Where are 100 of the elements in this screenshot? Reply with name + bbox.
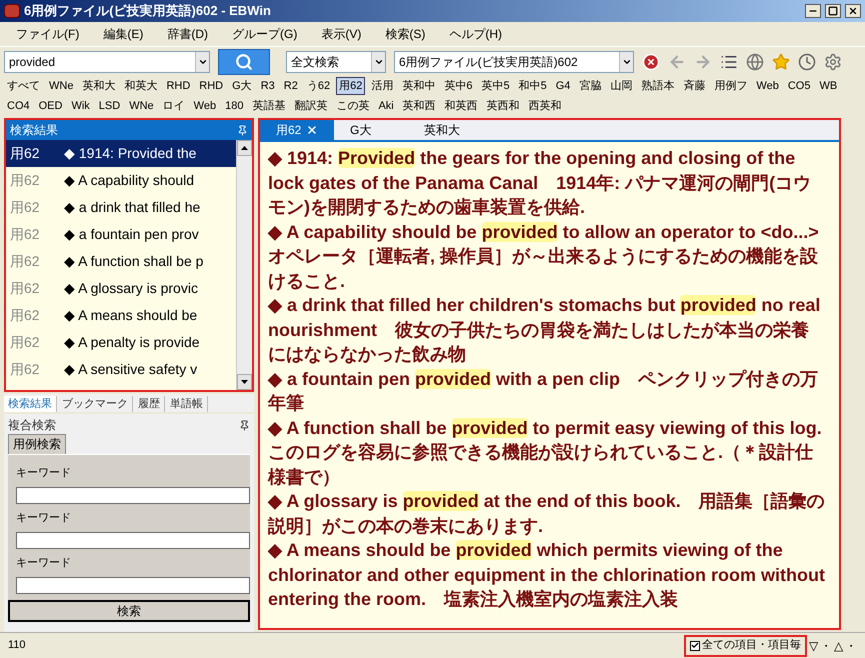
status-mark[interactable]: ▽ bbox=[809, 636, 818, 654]
dictionary-tab[interactable]: CO4 bbox=[4, 96, 33, 116]
field-label: キーワード bbox=[16, 510, 72, 526]
dictionary-tab[interactable]: OED bbox=[36, 96, 66, 116]
status-mark[interactable]: ・ bbox=[845, 636, 857, 654]
dictionary-tab[interactable]: R3 bbox=[258, 76, 278, 96]
dictionary-tab[interactable]: 宮脇 bbox=[576, 76, 604, 96]
star-icon[interactable] bbox=[772, 52, 790, 70]
maximize-button[interactable] bbox=[825, 4, 841, 18]
dictionary-tab[interactable]: 斉藤 bbox=[680, 76, 708, 96]
menu-item[interactable]: グループ(G) bbox=[232, 25, 298, 43]
dictionary-tab[interactable]: Aki bbox=[375, 96, 397, 116]
dictionary-tab[interactable]: 和英西 bbox=[442, 96, 481, 116]
dictionary-tab[interactable]: 和中5 bbox=[516, 76, 550, 96]
result-text: ◆ A sensitive safety v bbox=[64, 360, 198, 379]
search-mode-dropdown[interactable]: 全文検索 bbox=[286, 50, 386, 72]
display-option[interactable]: 全ての項目・項目毎 bbox=[684, 634, 807, 656]
panel-tab[interactable]: ブックマーク bbox=[58, 396, 133, 412]
dictionary-tab[interactable]: 熟語本 bbox=[638, 76, 678, 96]
dictionary-tab[interactable]: 英和西 bbox=[400, 96, 439, 116]
close-tab-icon[interactable] bbox=[306, 124, 318, 136]
keyword-field[interactable] bbox=[16, 577, 250, 594]
scroll-down-icon[interactable] bbox=[241, 380, 248, 384]
result-row[interactable]: 用62 ◆ a drink that filled he bbox=[6, 194, 236, 221]
dictionary-tab[interactable]: ロイ bbox=[160, 96, 188, 116]
stop-icon[interactable] bbox=[642, 52, 660, 70]
result-row[interactable]: 用62 ◆ 1914: Provided the bbox=[6, 140, 236, 167]
dictionary-tab[interactable]: 翻訳英 bbox=[291, 96, 330, 116]
dictionary-tab[interactable]: Web bbox=[190, 96, 220, 116]
menu-item[interactable]: ヘルプ(H) bbox=[449, 25, 502, 43]
dictionary-tab[interactable]: WNe bbox=[126, 96, 157, 116]
scrollbar[interactable] bbox=[236, 140, 252, 390]
panel-tab[interactable]: 単語帳 bbox=[166, 396, 208, 412]
content-tab[interactable]: 用62 bbox=[260, 120, 334, 140]
pin-icon[interactable] bbox=[237, 124, 248, 136]
dictionary-tab[interactable]: 山岡 bbox=[607, 76, 636, 96]
menu-item[interactable]: 表示(V) bbox=[321, 25, 362, 43]
close-icon bbox=[848, 6, 858, 16]
menu-item[interactable]: 編集(E) bbox=[103, 25, 144, 43]
dictionary-tab[interactable]: 英西和 bbox=[484, 96, 523, 116]
dictionary-tab[interactable]: 英中6 bbox=[441, 76, 476, 96]
result-row[interactable]: 用62 ◆ A glossary is provic bbox=[6, 275, 236, 302]
status-mark[interactable]: △ bbox=[834, 636, 843, 654]
dictionary-tab[interactable]: 英中5 bbox=[478, 76, 513, 96]
content-tab[interactable]: G大 bbox=[334, 120, 408, 140]
dictionary-tab[interactable]: 英語基 bbox=[249, 96, 288, 116]
content-tab[interactable]: 英和大 bbox=[408, 120, 482, 140]
globe-icon[interactable] bbox=[746, 52, 764, 70]
keyword-field[interactable] bbox=[16, 532, 250, 549]
dictionary-tab[interactable]: Web bbox=[753, 76, 782, 96]
checkbox[interactable] bbox=[690, 640, 700, 650]
result-row[interactable]: 用62 ◆ A penalty is provide bbox=[6, 329, 236, 356]
result-row[interactable]: 用62 ◆ A function shall be p bbox=[6, 248, 236, 275]
search-button[interactable]: 検索 bbox=[8, 600, 250, 622]
dictionary-tab[interactable]: この英 bbox=[333, 96, 372, 116]
dictionary-tab[interactable]: 西英和 bbox=[526, 96, 565, 116]
dictionary-tab[interactable]: 用62 bbox=[336, 76, 366, 96]
result-row[interactable]: 用62 ◆ A capability should bbox=[6, 167, 236, 194]
field-label: キーワード bbox=[16, 466, 72, 481]
menu-item[interactable]: 辞書(D) bbox=[167, 25, 208, 43]
result-text: ◆ a fountain pen prov bbox=[64, 225, 199, 244]
dictionary-tab[interactable]: 和英大 bbox=[121, 76, 160, 96]
dictionary-tab[interactable]: WNe bbox=[46, 76, 76, 96]
dictionary-tab[interactable]: RHD bbox=[196, 76, 226, 96]
dictionary-tab[interactable]: う62 bbox=[304, 76, 334, 96]
dictionary-tab[interactable]: 活用 bbox=[368, 76, 396, 96]
dictionary-label: 用62 bbox=[9, 252, 41, 271]
dictionary-dropdown[interactable]: 6用例ファイル(ビ技実用英語)602 bbox=[394, 50, 634, 72]
panel-tab[interactable]: 履歴 bbox=[134, 396, 165, 412]
dictionary-tab[interactable]: G大 bbox=[229, 76, 255, 96]
dictionary-tab[interactable]: すべて bbox=[4, 76, 43, 96]
dictionary-tab[interactable]: WB bbox=[816, 76, 840, 96]
search-button[interactable] bbox=[218, 48, 270, 74]
settings-icon[interactable] bbox=[824, 52, 842, 70]
dictionary-tab[interactable]: R2 bbox=[280, 76, 301, 96]
dictionary-tab[interactable]: 英和大 bbox=[79, 76, 118, 96]
dictionary-tab[interactable]: RHD bbox=[163, 76, 194, 96]
pin-icon[interactable] bbox=[239, 420, 250, 430]
clock-icon[interactable] bbox=[798, 52, 816, 70]
search-tab[interactable]: 用例検索 bbox=[8, 434, 66, 454]
close-button[interactable] bbox=[845, 4, 861, 18]
keyword-field[interactable] bbox=[16, 487, 250, 504]
dictionary-tab[interactable]: G4 bbox=[552, 76, 574, 96]
dictionary-tab[interactable]: 英和中 bbox=[399, 76, 438, 96]
panel-tab[interactable]: 検索結果 bbox=[4, 396, 57, 412]
dictionary-tab[interactable]: Wik bbox=[68, 96, 93, 116]
field-label: キーワード bbox=[16, 556, 72, 571]
dictionary-tab[interactable]: 用例フ bbox=[711, 76, 750, 96]
search-field[interactable]: provided bbox=[4, 50, 210, 72]
dictionary-tab[interactable]: 180 bbox=[222, 96, 246, 116]
result-row[interactable]: 用62 ◆ A sensitive safety v bbox=[6, 356, 236, 383]
dictionary-tab[interactable]: CO5 bbox=[784, 76, 814, 96]
menu-item[interactable]: 検索(S) bbox=[385, 25, 426, 43]
result-row[interactable]: 用62 ◆ A means should be bbox=[6, 302, 236, 329]
dictionary-tab[interactable]: LSD bbox=[96, 96, 124, 116]
menu-item[interactable]: ファイル(F) bbox=[16, 25, 80, 43]
scroll-up-icon[interactable] bbox=[241, 146, 248, 150]
status-mark[interactable]: ・ bbox=[820, 636, 832, 654]
minimize-button[interactable] bbox=[805, 4, 821, 18]
result-row[interactable]: 用62 ◆ a fountain pen prov bbox=[6, 221, 236, 248]
